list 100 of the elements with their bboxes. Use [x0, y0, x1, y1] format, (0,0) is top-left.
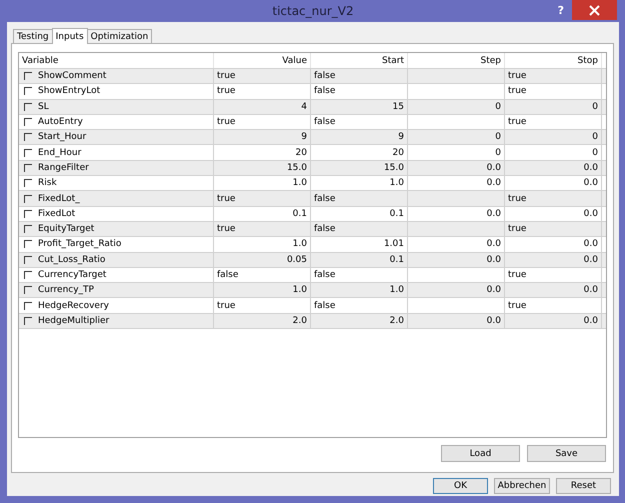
table-cell[interactable]: 15	[392, 102, 404, 112]
table-cell[interactable]: 2.0	[390, 316, 404, 326]
checkbox[interactable]	[24, 179, 32, 188]
table-cell[interactable]: 1.0	[390, 178, 404, 188]
dialog-button[interactable]: Reset	[556, 478, 611, 494]
table-cell[interactable]: 0.05	[286, 254, 307, 265]
checkbox[interactable]	[24, 316, 32, 325]
table-cell[interactable]: true	[217, 86, 236, 96]
table-cell[interactable]: 0.0	[584, 178, 598, 188]
checkbox[interactable]	[24, 133, 32, 142]
table-cell[interactable]: true	[508, 224, 526, 234]
table-cell[interactable]: 0.0	[584, 285, 598, 296]
checkbox[interactable]	[24, 148, 32, 157]
table-cell[interactable]: 0.0	[486, 254, 501, 265]
checkbox[interactable]	[24, 302, 32, 310]
table-cell[interactable]: 15.0	[384, 162, 404, 173]
table-cell[interactable]: false	[314, 117, 336, 128]
table-cell[interactable]: 0	[592, 148, 598, 158]
table-cell[interactable]: 0.0	[486, 178, 501, 188]
panel-button[interactable]: Save	[527, 445, 606, 462]
table-cell[interactable]: 0	[592, 132, 598, 142]
table-cell[interactable]: true	[217, 224, 236, 234]
table-cell[interactable]: false	[314, 86, 336, 96]
table-cell[interactable]: 1.0	[390, 285, 404, 296]
checkbox[interactable]	[24, 102, 32, 111]
column-header[interactable]: Variable	[19, 53, 214, 68]
panel-button[interactable]: Load	[441, 445, 520, 462]
checkbox[interactable]	[24, 118, 32, 126]
table-cell[interactable]: 9	[301, 132, 307, 142]
variable-name: AutoEntry	[38, 117, 83, 128]
tab[interactable]: Optimization	[86, 29, 152, 43]
checkbox[interactable]	[24, 256, 32, 264]
checkbox[interactable]	[24, 271, 32, 279]
table-cell[interactable]: 0	[495, 148, 501, 158]
table-cell[interactable]: 1.0	[292, 239, 307, 250]
table-cell[interactable]: 0.1	[390, 254, 404, 265]
table-cell[interactable]: 0.1	[292, 208, 307, 219]
table-cell[interactable]: false	[314, 224, 336, 234]
checkbox[interactable]	[24, 225, 32, 234]
variable-name: End_Hour	[38, 148, 82, 158]
table-cell[interactable]: true	[508, 300, 526, 311]
table-cell[interactable]: 20	[392, 148, 404, 158]
table-cell[interactable]: true	[508, 270, 526, 280]
table-cell[interactable]: true	[217, 117, 236, 128]
column-header[interactable]: Step	[408, 53, 505, 68]
table-cell[interactable]: 1.0	[292, 285, 307, 296]
table-cell[interactable]: true	[217, 71, 236, 82]
table-cell[interactable]: 1.01	[384, 239, 404, 250]
table-cell[interactable]: false	[314, 194, 336, 204]
checkbox[interactable]	[24, 87, 32, 96]
table-cell[interactable]: 1.0	[292, 178, 307, 188]
table-cell[interactable]: false	[217, 270, 238, 280]
table-cell[interactable]: 0.0	[486, 239, 501, 250]
tab[interactable]: Testing	[13, 29, 53, 43]
table-cell[interactable]: true	[508, 117, 526, 128]
checkbox[interactable]	[24, 240, 32, 248]
variable-name: Cut_Loss_Ratio	[38, 254, 106, 265]
variable-name: EquityTarget	[38, 224, 94, 234]
checkbox[interactable]	[24, 286, 32, 294]
table-cell[interactable]: 0.0	[584, 254, 598, 265]
table-cell[interactable]: false	[314, 270, 336, 280]
table-cell[interactable]: 0.1	[390, 208, 404, 219]
table-cell[interactable]: 0.0	[486, 316, 501, 326]
dialog-button[interactable]: Abbrechen	[494, 478, 550, 494]
checkbox[interactable]	[24, 194, 32, 203]
dialog-button[interactable]: OK	[433, 478, 488, 494]
table-cell[interactable]: 0.0	[584, 239, 598, 250]
help-button[interactable]: ?	[558, 4, 564, 17]
table-cell[interactable]: 2.0	[292, 316, 307, 326]
table-cell[interactable]: true	[508, 86, 526, 96]
variable-name: HedgeMultiplier	[38, 316, 110, 326]
checkbox[interactable]	[24, 210, 32, 218]
table-cell[interactable]: 0.0	[486, 208, 501, 219]
table-cell[interactable]: 0.0	[486, 285, 501, 296]
table-cell[interactable]: 15.0	[286, 162, 307, 173]
table-cell[interactable]: 0.0	[584, 162, 598, 173]
table-cell[interactable]: 0.0	[584, 208, 598, 219]
tab[interactable]: Inputs	[52, 28, 88, 44]
table-cell[interactable]: 0	[495, 132, 501, 142]
column-header[interactable]: Value	[214, 53, 311, 68]
table-cell[interactable]: 20	[296, 148, 307, 158]
table-cell[interactable]: false	[314, 71, 336, 82]
table-cell[interactable]: 0	[495, 102, 501, 112]
table-cell[interactable]: true	[508, 71, 526, 82]
close-icon[interactable]	[572, 0, 617, 20]
checkbox[interactable]	[24, 72, 32, 80]
table-cell[interactable]: 4	[301, 102, 307, 112]
column-header[interactable]: Stop	[505, 53, 602, 68]
table-cell[interactable]: false	[314, 300, 336, 311]
column-header[interactable]: Start	[311, 53, 408, 68]
table-cell[interactable]: 0.0	[486, 162, 501, 173]
table-cell[interactable]: 9	[398, 132, 404, 142]
table-cell[interactable]: true	[508, 194, 526, 204]
table-cell[interactable]: 0.0	[584, 316, 598, 326]
table-cell[interactable]: 0	[592, 102, 598, 112]
variable-name: FixedLot_	[38, 194, 80, 204]
table-cell[interactable]: true	[217, 300, 236, 311]
variable-name: CurrencyTarget	[38, 270, 106, 280]
table-cell[interactable]: true	[217, 194, 236, 204]
checkbox[interactable]	[24, 164, 32, 172]
